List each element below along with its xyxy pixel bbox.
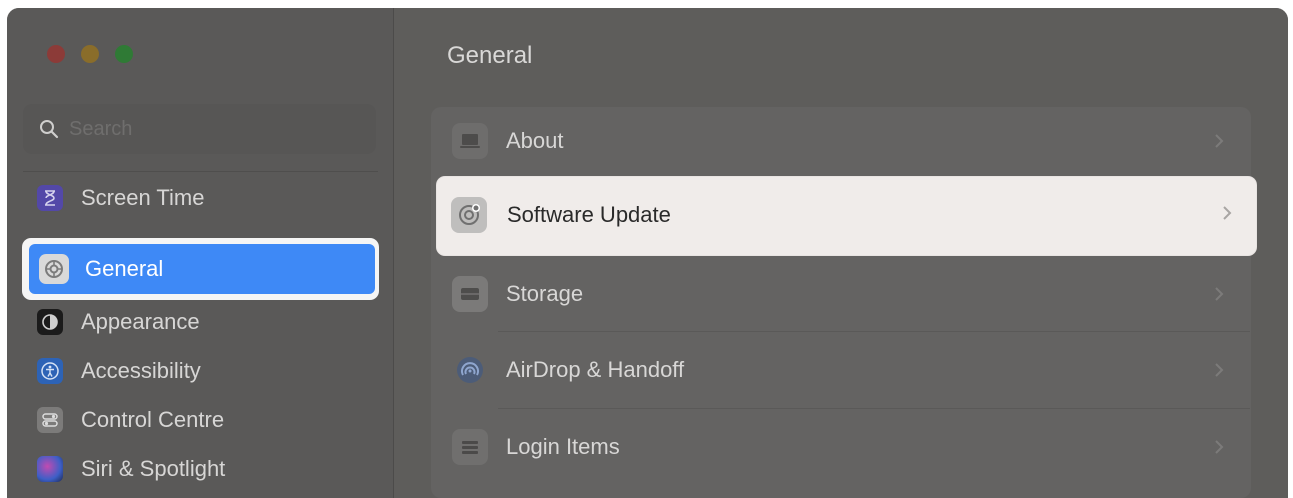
list-icon	[452, 429, 488, 465]
hourglass-icon	[37, 185, 63, 211]
chevron-right-icon	[1214, 439, 1224, 455]
row-label: About	[506, 128, 564, 153]
row-airdrop-handoff[interactable]: AirDrop & Handoff	[442, 333, 1250, 407]
row-login-items[interactable]: Login Items	[442, 410, 1250, 484]
sidebar-item-general[interactable]: General	[29, 244, 375, 294]
sidebar-item-label: Appearance	[81, 309, 200, 334]
chevron-right-icon	[1214, 286, 1224, 302]
sidebar-item-screen-time[interactable]: Screen Time	[37, 180, 205, 216]
row-label: Software Update	[507, 202, 671, 227]
sidebar-divider	[23, 171, 378, 172]
row-storage[interactable]: Storage	[442, 257, 1250, 331]
main-panel: General About Software Update Storage Ai…	[394, 8, 1288, 498]
sidebar-item-siri-spotlight[interactable]: Siri & Spotlight	[37, 451, 225, 487]
settings-window: Screen Time General Appearance Accessibi…	[7, 8, 1288, 498]
sidebar-item-label: Accessibility	[81, 358, 201, 383]
sidebar-item-appearance[interactable]: Appearance	[37, 304, 200, 340]
sidebar-item-accessibility[interactable]: Accessibility	[37, 353, 201, 389]
row-label: AirDrop & Handoff	[506, 357, 685, 382]
sidebar-item-label: General	[85, 256, 164, 281]
row-label: Storage	[506, 281, 584, 306]
search-field[interactable]	[23, 104, 376, 154]
chevron-right-icon	[1222, 205, 1232, 226]
row-divider	[498, 331, 1250, 332]
sidebar: Screen Time General Appearance Accessibi…	[7, 8, 394, 498]
siri-icon	[37, 456, 63, 482]
airdrop-icon	[452, 352, 488, 388]
page-title: General	[447, 42, 533, 69]
sidebar-item-control-centre[interactable]: Control Centre	[37, 402, 224, 438]
software-update-gear-icon	[451, 197, 487, 233]
sidebar-item-label: Siri & Spotlight	[81, 456, 226, 481]
sidebar-item-label: Control Centre	[81, 407, 225, 432]
control-centre-icon	[37, 407, 63, 433]
close-window-button[interactable]	[47, 45, 65, 63]
storage-icon	[452, 276, 488, 312]
accessibility-icon	[37, 358, 63, 384]
search-icon	[37, 117, 61, 141]
row-divider	[498, 408, 1250, 409]
minimize-window-button[interactable]	[81, 45, 99, 63]
row-about[interactable]: About	[442, 104, 1250, 178]
appearance-icon	[37, 309, 63, 335]
sidebar-item-label: Screen Time	[81, 185, 205, 210]
chevron-right-icon	[1214, 362, 1224, 378]
window-controls	[47, 45, 133, 63]
search-input[interactable]	[67, 116, 341, 142]
laptop-icon	[452, 123, 488, 159]
zoom-window-button[interactable]	[115, 45, 133, 63]
row-software-update[interactable]: Software Update	[437, 177, 1256, 255]
chevron-right-icon	[1214, 133, 1224, 149]
gear-icon	[39, 254, 69, 284]
row-label: Login Items	[506, 434, 620, 459]
